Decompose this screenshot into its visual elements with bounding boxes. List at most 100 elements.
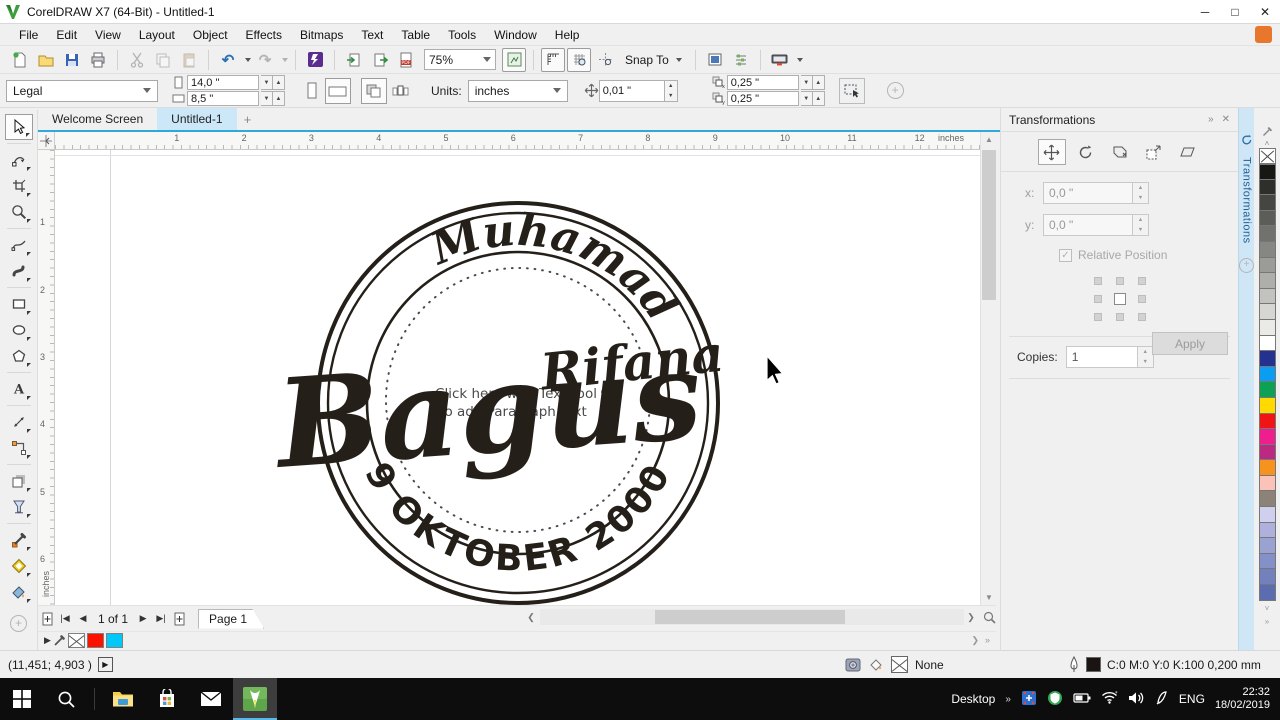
palette-color-swatch[interactable] [1258,226,1276,242]
position-transform-button[interactable] [1037,139,1066,165]
battery-tray-icon[interactable] [1073,692,1091,707]
spin-down-icon[interactable]: ▼ [261,75,273,90]
menu-table[interactable]: Table [392,25,439,45]
scroll-up-button[interactable]: ▲ [981,132,997,147]
spin-up-icon[interactable]: ▲ [812,91,825,106]
connector-tool[interactable] [5,435,33,461]
account-icon[interactable] [1255,26,1272,43]
page-1-tab[interactable]: Page 1 [198,608,265,629]
menu-tools[interactable]: Tools [439,25,485,45]
y-spinner[interactable]: ▲ ▼ [1133,214,1149,236]
drop-shadow-tool[interactable] [5,468,33,494]
spin-up-icon[interactable]: ▲ [273,75,285,90]
menu-object[interactable]: Object [184,25,237,45]
anchor-bottom-left[interactable] [1087,308,1109,326]
current-page-button[interactable] [387,78,413,104]
palette-color-swatch[interactable] [1258,335,1276,352]
doc-palette-swatch-cyan[interactable] [105,633,123,648]
volume-tray-icon[interactable] [1128,691,1145,708]
tray-expand-chevron[interactable]: » [1005,694,1011,705]
spin-up-icon[interactable]: ▲ [273,91,285,106]
menu-effects[interactable]: Effects [237,25,291,45]
x-input[interactable]: 0,0 " [1043,182,1133,204]
options-button[interactable] [703,48,727,72]
palette-color-swatch[interactable] [1258,179,1276,196]
page-size-select[interactable]: Legal [6,79,158,102]
stamp-design[interactable]: Click here with Text Tool to add Paragra… [55,150,980,605]
spin-up-icon[interactable]: ▲ [1133,183,1148,193]
relative-position-checkbox[interactable]: ✓ [1059,248,1072,262]
show-guidelines-button[interactable] [593,48,617,72]
palette-color-swatch[interactable] [1258,210,1276,227]
palette-color-swatch[interactable] [1258,553,1276,570]
palette-color-swatch[interactable] [1258,257,1276,274]
save-button[interactable] [60,48,84,72]
units-select[interactable]: inches [467,79,568,102]
pen-tray-icon[interactable] [1155,690,1169,708]
redo-button[interactable]: ↷ [253,48,277,72]
taskbar-clock[interactable]: 22:32 18/02/2019 [1215,686,1270,712]
palette-color-swatch[interactable] [1258,164,1276,180]
toolbox-customize-button[interactable]: + [10,615,27,632]
palette-scroll-down[interactable]: ˅ [1265,604,1270,613]
mail-button[interactable] [189,678,233,720]
spin-down-icon[interactable]: ▼ [1133,193,1148,203]
pick-tool[interactable] [4,114,33,140]
duplicate-y-input[interactable]: 0,25 " [726,91,799,106]
color-eyedropper-tool[interactable] [5,527,33,553]
menu-help[interactable]: Help [546,25,589,45]
page-width-spinner[interactable]: ▼ ▲ [261,75,285,90]
outline-pen-icon[interactable] [1068,656,1080,673]
palette-color-swatch[interactable] [1258,351,1276,367]
menu-view[interactable]: View [86,25,130,45]
palette-color-swatch[interactable] [1258,397,1276,414]
desktop-toolbar-label[interactable]: Desktop [951,692,995,706]
smart-fill-tool[interactable] [5,579,33,605]
palette-color-swatch[interactable] [1258,507,1276,523]
tray-app-icon[interactable] [1021,690,1037,709]
add-page-before-button[interactable] [38,610,56,628]
landscape-button[interactable] [325,77,351,104]
previous-page-button[interactable]: ◀ [74,610,92,628]
shape-tool[interactable] [5,147,33,173]
duplicate-y-spinner[interactable]: ▼ ▲ [800,91,825,106]
skew-transform-button[interactable] [1174,139,1202,165]
all-pages-button[interactable] [361,77,387,104]
palette-color-swatch[interactable] [1258,195,1276,211]
docker-close-button[interactable]: ✕ [1222,114,1230,125]
next-page-button[interactable]: ▶ [134,610,152,628]
stamp-top-text[interactable]: Muhamad [422,205,687,330]
treat-as-filled-button[interactable] [838,77,865,104]
menu-bitmaps[interactable]: Bitmaps [291,25,352,45]
anchor-top-right[interactable] [1131,272,1153,290]
print-button[interactable] [86,48,110,72]
vertical-scroll-thumb[interactable] [982,150,996,300]
tab-untitled-1[interactable]: Untitled-1 [157,108,237,130]
horizontal-scrollbar[interactable] [540,609,964,625]
palette-color-swatch[interactable] [1258,569,1276,586]
doc-palette-swatch-red[interactable] [86,633,104,648]
palette-color-swatch[interactable] [1258,241,1276,258]
scroll-down-button[interactable]: ▼ [981,590,997,605]
horizontal-ruler[interactable]: inches 12345678910111213 [55,132,980,150]
new-document-tab-button[interactable]: + [237,108,259,130]
crop-tool[interactable] [5,173,33,199]
tab-welcome-screen[interactable]: Welcome Screen [38,108,157,130]
status-flyout-button[interactable]: ▶ [97,657,113,672]
spin-down-icon[interactable]: ▼ [261,91,273,106]
doc-palette-scroll-right[interactable]: ❯ [971,635,979,646]
spin-up-icon[interactable]: ▲ [812,75,825,90]
page-height-spinner[interactable]: ▼ ▲ [261,91,285,106]
palette-color-swatch[interactable] [1258,382,1276,398]
menu-window[interactable]: Window [485,25,546,45]
hscroll-right-button[interactable]: ❯ [964,609,978,625]
palette-color-swatch[interactable] [1258,304,1276,320]
customization-button[interactable] [729,48,753,72]
spin-down-icon[interactable]: ▼ [664,90,677,101]
palette-expand[interactable]: » [1265,617,1269,626]
taskbar-search-button[interactable] [44,678,88,720]
open-button[interactable] [34,48,58,72]
vertical-ruler[interactable]: inches 1 2 3 4 5 6 [38,150,55,605]
freehand-tool[interactable] [5,232,33,258]
nudge-spinner[interactable]: ▲ ▼ [664,79,678,102]
